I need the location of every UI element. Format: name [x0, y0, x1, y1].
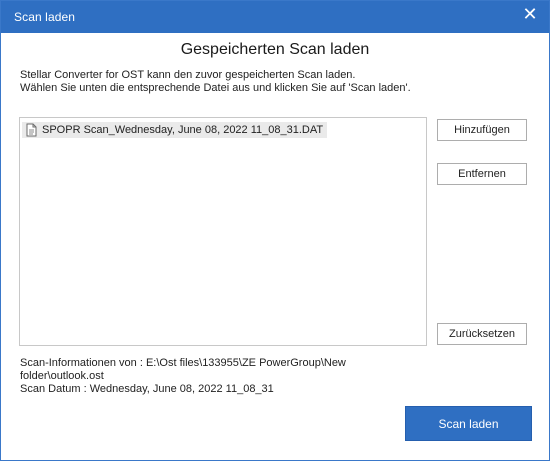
remove-button[interactable]: Entfernen [437, 163, 527, 185]
description-line-2: Wählen Sie unten die entsprechende Datei… [20, 82, 411, 94]
scan-info: Scan-Informationen von : E:\Ost files\13… [20, 357, 360, 396]
file-name: SPOPR Scan_Wednesday, June 08, 2022 11_0… [42, 124, 324, 136]
description-line-1: Stellar Converter for OST kann den zuvor… [20, 69, 356, 81]
scan-info-date: Scan Datum : Wednesday, June 08, 2022 11… [20, 383, 274, 395]
title-bar[interactable]: Scan laden ✕ [1, 1, 549, 33]
scan-info-source-line-1: Scan-Informationen von : E:\Ost files\13… [20, 357, 346, 369]
dialog-heading: Gespeicherten Scan laden [180, 41, 370, 58]
load-scan-button[interactable]: Scan laden [405, 406, 532, 441]
window-title: Scan laden [14, 10, 76, 24]
document-icon [24, 123, 38, 137]
scan-info-source-line-2: folder\outlook.ost [20, 370, 104, 382]
reset-button[interactable]: Zurücksetzen [437, 323, 527, 345]
dialog-description: Stellar Converter for OST kann den zuvor… [20, 69, 411, 95]
add-button[interactable]: Hinzufügen [437, 119, 527, 141]
scan-file-list[interactable]: SPOPR Scan_Wednesday, June 08, 2022 11_0… [19, 117, 427, 346]
list-item[interactable]: SPOPR Scan_Wednesday, June 08, 2022 11_0… [22, 122, 328, 138]
load-scan-dialog: Scan laden ✕ Gespeicherten Scan laden St… [0, 0, 550, 461]
close-icon[interactable]: ✕ [517, 3, 543, 27]
